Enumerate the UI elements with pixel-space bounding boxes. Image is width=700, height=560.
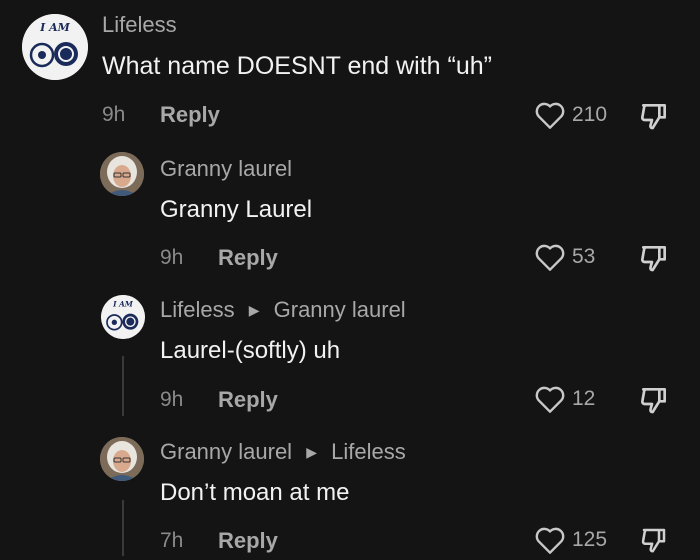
comment-1: I AM Lifeless What name DOESNT end with … — [0, 0, 700, 140]
author-name[interactable]: Lifeless — [160, 297, 235, 322]
comment-username: Lifeless ▶ Granny laurel — [160, 297, 406, 323]
heart-outline-icon — [535, 386, 565, 413]
comment-text: Laurel-(softly) uh — [160, 337, 341, 364]
reply-button[interactable]: Reply — [218, 387, 278, 413]
svg-text:I AM: I AM — [112, 299, 134, 308]
thumbs-down-icon — [640, 104, 666, 130]
like-count: 53 — [572, 245, 596, 268]
reply-arrow-icon: ▶ — [306, 444, 317, 460]
dislike-button[interactable] — [638, 242, 670, 279]
heart-outline-icon — [535, 102, 565, 129]
thumbs-down-icon — [640, 246, 666, 272]
reply-arrow-icon: ▶ — [248, 302, 260, 318]
iam-logo-icon: I AM — [22, 14, 88, 80]
avatar[interactable] — [100, 152, 144, 196]
like-button[interactable]: 125 — [534, 525, 607, 555]
comment-username[interactable]: Lifeless — [102, 12, 177, 38]
svg-text:I AM: I AM — [39, 21, 71, 34]
avatar[interactable]: I AM — [101, 295, 145, 339]
comment-4: Granny laurel ▶ Lifeless Don’t moan at m… — [0, 425, 700, 556]
comment-time: 9h — [102, 103, 126, 126]
iam-logo-icon: I AM — [101, 295, 145, 339]
like-count: 210 — [572, 103, 608, 126]
comment-username[interactable]: Granny laurel — [160, 156, 292, 182]
like-count: 12 — [572, 387, 596, 410]
comment-2: Granny laurel Granny Laurel 9h Reply 53 — [0, 140, 700, 280]
author-name[interactable]: Granny laurel — [160, 439, 292, 464]
heart-outline-icon — [535, 527, 565, 554]
like-count: 125 — [572, 528, 608, 551]
comment-time: 7h — [160, 529, 184, 552]
like-button[interactable]: 12 — [534, 384, 595, 414]
dislike-button[interactable] — [638, 525, 670, 560]
reply-button[interactable]: Reply — [218, 528, 278, 554]
dislike-button[interactable] — [638, 384, 670, 421]
comment-time: 9h — [160, 246, 184, 269]
like-button[interactable]: 53 — [534, 242, 595, 272]
heart-outline-icon — [535, 244, 565, 271]
avatar[interactable] — [100, 437, 144, 481]
granny-photo-icon — [100, 437, 144, 481]
thumbs-down-icon — [641, 528, 666, 553]
reply-to-name[interactable]: Granny laurel — [274, 297, 406, 322]
granny-photo-icon — [100, 152, 144, 196]
avatar[interactable]: I AM — [22, 14, 88, 80]
reply-button[interactable]: Reply — [160, 102, 220, 128]
reply-to-name[interactable]: Lifeless — [331, 439, 406, 464]
comment-3: I AM Lifeless ▶ Granny laurel Laurel-(so… — [0, 285, 700, 425]
dislike-button[interactable] — [638, 100, 670, 137]
reply-button[interactable]: Reply — [218, 245, 278, 271]
comment-text: What name DOESNT end with “uh” — [102, 52, 492, 80]
comment-username: Granny laurel ▶ Lifeless — [160, 439, 406, 465]
thumbs-down-icon — [640, 388, 666, 414]
comment-time: 9h — [160, 388, 184, 411]
comment-text: Don’t moan at me — [160, 479, 350, 506]
comment-text: Granny Laurel — [160, 196, 313, 223]
like-button[interactable]: 210 — [534, 100, 607, 130]
